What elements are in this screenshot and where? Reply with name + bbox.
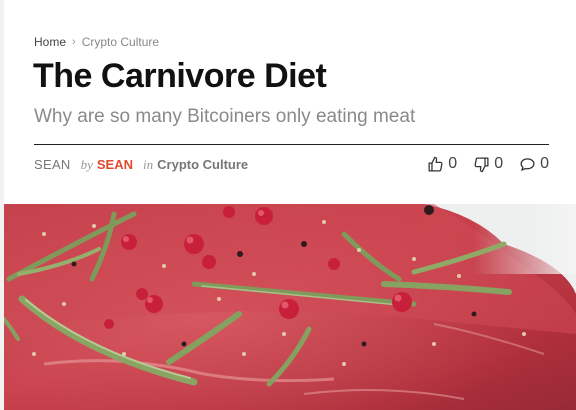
category-link[interactable]: Crypto Culture <box>157 157 248 172</box>
page-title: The Carnivore Diet <box>33 57 327 95</box>
divider <box>34 144 549 145</box>
comment-count: 0 <box>540 155 549 172</box>
by-label: by <box>80 157 93 172</box>
breadcrumb-home-link[interactable]: Home <box>34 35 66 49</box>
comment-icon <box>519 156 536 173</box>
comments-button[interactable]: 0 <box>519 155 549 173</box>
breadcrumb: Home › Crypto Culture <box>34 35 159 49</box>
hero-image <box>4 204 576 410</box>
dislike-button[interactable]: 0 <box>473 155 503 173</box>
page-subtitle: Why are so many Bitcoiners only eating m… <box>34 106 416 127</box>
author-link[interactable]: SEAN <box>97 157 133 172</box>
like-count: 0 <box>448 155 458 172</box>
post-actions: 0 0 0 <box>427 155 549 173</box>
chevron-right-icon: › <box>72 36 76 48</box>
like-button[interactable]: 0 <box>427 155 457 173</box>
article-page: Home › Crypto Culture The Carnivore Diet… <box>0 0 576 410</box>
dislike-count: 0 <box>494 155 504 172</box>
author-name: SEAN <box>34 157 71 172</box>
in-label: in <box>143 157 154 172</box>
thumbs-up-icon <box>427 156 444 173</box>
thumbs-down-icon <box>473 156 490 173</box>
post-meta: SEAN by SEAN in Crypto Culture <box>34 157 248 173</box>
breadcrumb-category-link[interactable]: Crypto Culture <box>82 35 159 49</box>
